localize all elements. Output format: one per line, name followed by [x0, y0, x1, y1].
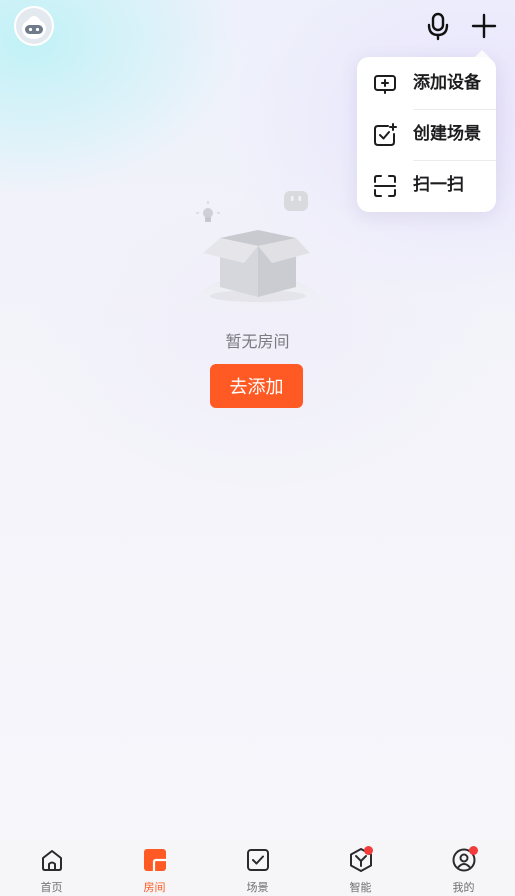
tab-room[interactable]: 房间 [103, 840, 206, 896]
bottom-tab-bar: 首页 房间 场景 智能 我的 [0, 840, 515, 896]
tab-label: 我的 [452, 881, 475, 894]
empty-box-icon [158, 183, 358, 323]
home-icon [39, 847, 65, 873]
microphone-icon[interactable] [422, 10, 454, 42]
notification-badge [469, 846, 478, 855]
room-icon [142, 847, 168, 873]
menu-item-label: 扫一扫 [413, 175, 464, 195]
menu-item-create-scene[interactable]: 创建场景 [357, 109, 496, 160]
empty-state-message: 暂无房间 [225, 332, 290, 351]
tab-home[interactable]: 首页 [0, 840, 103, 896]
tab-scene[interactable]: 场景 [206, 840, 309, 896]
tab-label: 房间 [143, 881, 166, 894]
menu-item-label: 添加设备 [413, 73, 481, 93]
create-scene-icon [372, 122, 398, 148]
go-add-button[interactable]: 去添加 [210, 364, 303, 408]
menu-item-scan[interactable]: 扫一扫 [357, 160, 496, 211]
add-device-icon [372, 71, 398, 97]
robot-avatar-icon[interactable] [14, 6, 54, 46]
scene-checkbox-icon [245, 847, 271, 873]
plus-icon[interactable] [468, 10, 500, 42]
tab-smart[interactable]: 智能 [309, 840, 412, 896]
tab-label: 场景 [246, 881, 269, 894]
menu-item-add-device[interactable]: 添加设备 [357, 58, 496, 109]
scan-icon [372, 173, 398, 199]
menu-item-label: 创建场景 [413, 124, 481, 144]
tab-label: 首页 [40, 881, 63, 894]
tab-label: 智能 [349, 881, 372, 894]
tab-mine[interactable]: 我的 [412, 840, 515, 896]
add-popup-menu: 添加设备 创建场景 扫一扫 [357, 57, 496, 212]
notification-badge [364, 846, 373, 855]
